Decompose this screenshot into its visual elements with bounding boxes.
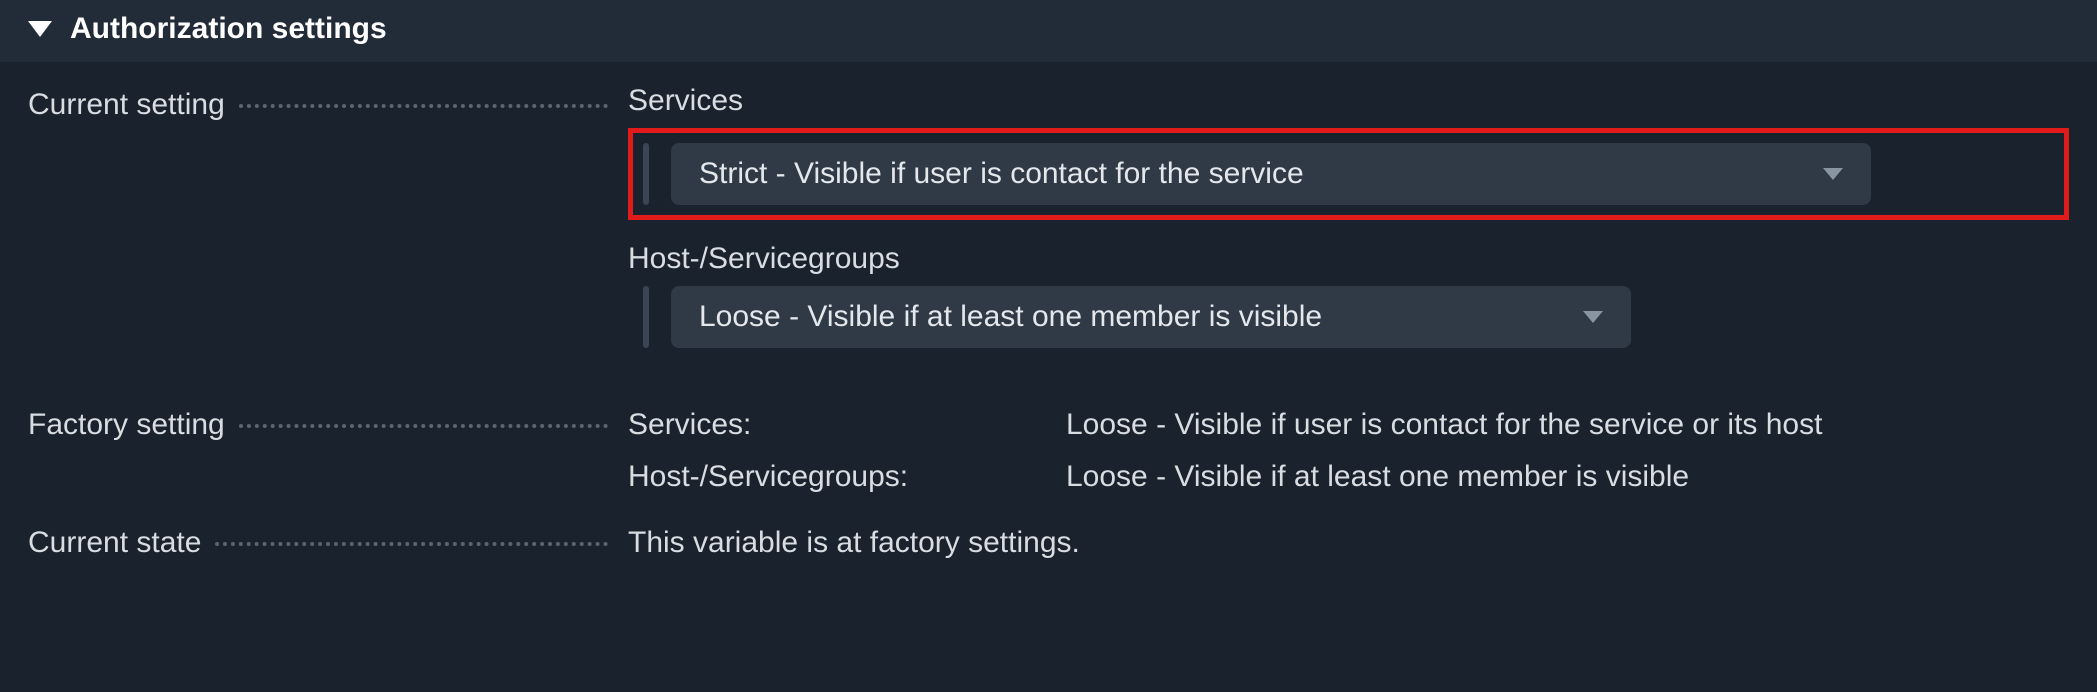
label-current-setting: Current setting [28, 84, 628, 122]
factory-services-key: Services: [628, 408, 1048, 442]
row-current-state: Current state This variable is at factor… [28, 522, 2069, 560]
current-setting-value: Services Strict - Visible if user is con… [628, 84, 2069, 370]
services-select-value: Strict - Visible if user is contact for … [699, 157, 1304, 191]
field-services-label: Services [628, 84, 2069, 118]
label-text: Current setting [28, 88, 225, 122]
field-left-bar [643, 286, 649, 348]
services-select[interactable]: Strict - Visible if user is contact for … [671, 143, 1871, 205]
field-left-bar [643, 143, 649, 205]
factory-services-value: Loose - Visible if user is contact for t… [1066, 408, 2028, 442]
chevron-down-icon [1583, 311, 1603, 323]
label-current-state: Current state [28, 522, 628, 560]
host-servicegroups-select[interactable]: Loose - Visible if at least one member i… [671, 286, 1631, 348]
factory-table: Services: Loose - Visible if user is con… [628, 404, 2028, 494]
field-host-servicegroups-wrap: Loose - Visible if at least one member i… [628, 286, 2069, 348]
section-title: Authorization settings [70, 12, 387, 46]
section-content: Current setting Services Strict - Visibl… [0, 62, 2097, 598]
field-host-servicegroups: Host-/Servicegroups Loose - Visible if a… [628, 242, 2069, 348]
host-servicegroups-select-value: Loose - Visible if at least one member i… [699, 300, 1322, 334]
label-dots [239, 424, 608, 428]
field-services-highlight: Strict - Visible if user is contact for … [628, 128, 2069, 220]
label-factory-setting: Factory setting [28, 404, 628, 442]
chevron-down-icon [1823, 168, 1843, 180]
label-dots [215, 542, 608, 546]
label-text: Current state [28, 526, 201, 560]
factory-setting-value: Services: Loose - Visible if user is con… [628, 404, 2069, 494]
current-state-text: This variable is at factory settings. [628, 522, 2069, 560]
factory-groups-key: Host-/Servicegroups: [628, 460, 1048, 494]
field-services: Services Strict - Visible if user is con… [628, 84, 2069, 220]
label-text: Factory setting [28, 408, 225, 442]
row-current-setting: Current setting Services Strict - Visibl… [28, 84, 2069, 370]
row-factory-setting: Factory setting Services: Loose - Visibl… [28, 404, 2069, 494]
factory-groups-value: Loose - Visible if at least one member i… [1066, 460, 2028, 494]
collapse-triangle-icon [28, 21, 52, 37]
field-host-servicegroups-label: Host-/Servicegroups [628, 242, 2069, 276]
section-header[interactable]: Authorization settings [0, 0, 2097, 62]
current-state-value: This variable is at factory settings. [628, 522, 2069, 560]
label-dots [239, 104, 608, 108]
